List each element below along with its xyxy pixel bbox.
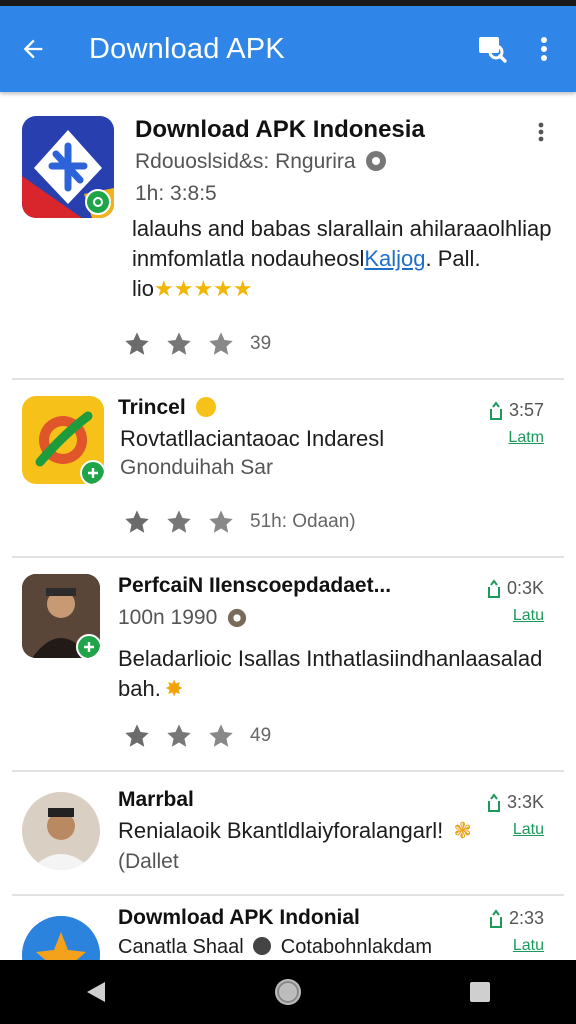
rating-count: 39 bbox=[250, 333, 272, 354]
app-list: Download APK Indonesia Rdouoslsid&s: Rng… bbox=[0, 92, 576, 960]
app-description: Canatla Shaal Cotabohnlakdam bbox=[118, 936, 432, 958]
back-button[interactable] bbox=[0, 6, 66, 92]
verified-icon bbox=[253, 937, 272, 955]
file-size: 0:3K bbox=[506, 578, 544, 598]
status-link[interactable]: Latu bbox=[487, 821, 544, 839]
file-size: 2:33 bbox=[508, 908, 544, 928]
install-badge-icon bbox=[80, 460, 104, 484]
status-link[interactable]: Latu bbox=[489, 937, 544, 955]
nav-back-button[interactable] bbox=[61, 960, 131, 1024]
nav-home-button[interactable] bbox=[253, 960, 323, 1024]
download-status: 3:3K Latu bbox=[487, 792, 544, 839]
download-status: 2:33 Latu bbox=[489, 908, 544, 955]
app-description: Beladarlioic Isallas Inthatlasiindhanlaa… bbox=[118, 646, 543, 701]
star-icon bbox=[209, 724, 233, 747]
file-size: 3:57 bbox=[508, 400, 544, 420]
install-badge-icon bbox=[85, 189, 111, 215]
app-developer: Rdouoslsid&s: Rngurira bbox=[135, 150, 387, 174]
page-title: Download APK bbox=[89, 32, 285, 65]
emoji-icon bbox=[195, 397, 216, 417]
app-title[interactable]: Dowmload APK Indonial bbox=[118, 906, 360, 930]
verified-icon bbox=[228, 608, 247, 628]
status-link[interactable]: Latu bbox=[487, 607, 544, 625]
app-meta: 100n 1990 bbox=[118, 606, 247, 630]
app-developer: Gnonduihah Sar bbox=[120, 456, 273, 479]
search-button[interactable] bbox=[466, 6, 518, 92]
app-icon bbox=[22, 792, 100, 870]
clap-icon: ❃ bbox=[453, 818, 472, 843]
app-icon bbox=[22, 396, 104, 484]
list-item[interactable]: Marrbal Renialaoik Bkantldlaiyforalangar… bbox=[0, 772, 576, 894]
app-icon bbox=[22, 116, 114, 218]
list-item[interactable]: Trincel Rovtatllaciantaoac Indaresl Gnon… bbox=[0, 380, 576, 556]
system-nav-bar bbox=[0, 960, 576, 1024]
app-developer: (Dallet bbox=[118, 850, 179, 873]
app-description: Rovtatllaciantaoac Indaresl bbox=[120, 426, 385, 451]
list-item[interactable]: PerfcaiN IIenscoepdadaet... 100n 1990 Be… bbox=[0, 558, 576, 770]
download-status: 0:3K Latu bbox=[487, 578, 544, 625]
star-icon bbox=[209, 332, 233, 355]
download-box-icon bbox=[489, 400, 502, 420]
rating-count: 49 bbox=[250, 725, 272, 746]
sparkle-icon: ✸ bbox=[164, 676, 184, 701]
back-arrow-icon bbox=[23, 39, 43, 59]
app-description: Renialaoik Bkantldlaiyforalangarl! ❃ bbox=[118, 818, 472, 843]
app-bar: Download APK bbox=[0, 6, 576, 92]
download-status: 3:57 Latm bbox=[489, 400, 544, 447]
rating-count: 51h: Odaan) bbox=[250, 511, 356, 532]
star-icon bbox=[209, 510, 233, 533]
file-size: 3:3K bbox=[506, 792, 544, 812]
download-box-icon bbox=[489, 908, 502, 928]
search-icon bbox=[479, 37, 507, 63]
description-link[interactable]: Kaljog bbox=[364, 246, 425, 271]
download-box-icon bbox=[487, 578, 500, 598]
status-link[interactable]: Latm bbox=[489, 429, 544, 447]
triangle-back-icon bbox=[87, 982, 105, 1002]
star-icon bbox=[167, 510, 191, 533]
app-icon bbox=[22, 574, 100, 658]
star-icon bbox=[125, 724, 149, 747]
star-rating-inline: ★★★★★ bbox=[154, 276, 253, 301]
star-icon bbox=[125, 332, 149, 355]
star-rating: 49 bbox=[122, 722, 271, 750]
app-title[interactable]: Trincel bbox=[118, 396, 216, 420]
more-options-icon[interactable] bbox=[537, 122, 545, 142]
overflow-menu-button[interactable] bbox=[518, 6, 570, 92]
circle-home-icon bbox=[275, 979, 301, 1005]
install-badge-icon bbox=[76, 634, 100, 658]
app-title[interactable]: Download APK Indonesia bbox=[135, 116, 425, 144]
app-title[interactable]: Marrbal bbox=[118, 788, 194, 812]
nav-recents-button[interactable] bbox=[445, 960, 515, 1024]
app-meta: 1h: 3:8:5 bbox=[135, 182, 217, 205]
star-rating: 39 bbox=[122, 330, 271, 358]
app-icon bbox=[22, 916, 100, 960]
star-rating: 51h: Odaan) bbox=[122, 508, 356, 536]
star-icon bbox=[125, 510, 149, 533]
list-item[interactable]: Download APK Indonesia Rdouoslsid&s: Rng… bbox=[0, 92, 576, 378]
verified-icon bbox=[366, 151, 387, 171]
more-vert-icon bbox=[541, 37, 547, 61]
app-description: lalauhs and babas slarallain ahilaraaolh… bbox=[132, 216, 552, 301]
square-recents-icon bbox=[470, 982, 490, 1002]
star-icon bbox=[167, 724, 191, 747]
star-icon bbox=[167, 332, 191, 355]
app-title[interactable]: PerfcaiN IIenscoepdadaet... bbox=[118, 574, 391, 598]
download-box-icon bbox=[487, 792, 500, 812]
list-item[interactable]: Dowmload APK Indonial Canatla Shaal Cota… bbox=[0, 896, 576, 960]
